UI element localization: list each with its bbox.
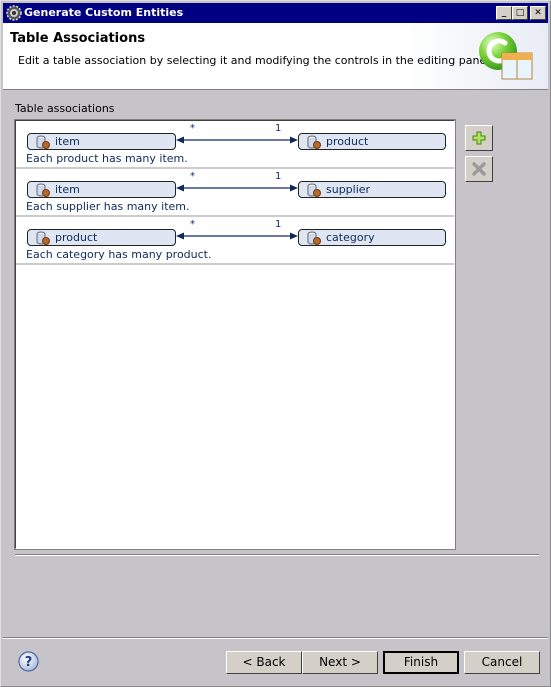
table-name: category — [326, 231, 375, 244]
association-description: Each category has many product. — [26, 248, 212, 261]
minimize-button[interactable]: _ — [496, 6, 512, 20]
plus-icon — [472, 131, 486, 145]
database-table-icon — [36, 135, 50, 149]
back-button[interactable]: < Back — [226, 651, 302, 674]
right-table-node[interactable]: supplier — [298, 181, 446, 198]
association-connector — [176, 232, 298, 240]
separator — [3, 637, 548, 639]
one-multiplicity: 1 — [275, 123, 282, 134]
database-table-icon — [307, 135, 321, 149]
left-table-node[interactable]: item — [27, 181, 176, 198]
database-table-icon — [36, 231, 50, 245]
close-icon: ✕ — [534, 8, 542, 18]
title-bar: Generate Custom Entities _ □ ✕ — [3, 3, 548, 23]
svg-text:?: ? — [25, 655, 33, 670]
left-table-node[interactable]: item — [27, 133, 176, 150]
association-description: Each product has many item. — [26, 152, 188, 165]
many-multiplicity: * — [190, 123, 195, 134]
database-table-icon — [307, 183, 321, 197]
table-name: supplier — [326, 183, 371, 196]
database-table-icon — [36, 183, 50, 197]
left-table-node[interactable]: product — [27, 229, 176, 246]
wizard-header: Table Associations Edit a table associat… — [3, 23, 548, 90]
minimize-icon: _ — [501, 8, 507, 18]
one-multiplicity: 1 — [275, 171, 282, 182]
database-table-icon — [307, 231, 321, 245]
page-description: Edit a table association by selecting it… — [18, 54, 493, 67]
table-name: item — [55, 135, 80, 148]
next-button[interactable]: Next > — [302, 651, 378, 674]
association-row[interactable]: * 1 item product Each product has many i… — [16, 121, 454, 169]
x-icon — [472, 162, 486, 176]
association-row[interactable]: * 1 product category Each category has m… — [16, 217, 454, 265]
many-multiplicity: * — [190, 219, 195, 230]
table-name: product — [326, 135, 369, 148]
right-table-node[interactable]: product — [298, 133, 446, 150]
add-association-button[interactable] — [465, 125, 493, 151]
wizard-dialog: Generate Custom Entities _ □ ✕ Table Ass… — [0, 0, 551, 687]
maximize-icon: □ — [515, 8, 525, 18]
table-name: item — [55, 183, 80, 196]
page-title: Table Associations — [10, 31, 146, 46]
right-table-node[interactable]: category — [298, 229, 446, 246]
cancel-button[interactable]: Cancel — [464, 651, 540, 674]
window-title: Generate Custom Entities — [24, 6, 184, 19]
remove-association-button[interactable] — [465, 156, 493, 182]
wizard-banner-icon — [479, 32, 533, 80]
many-multiplicity: * — [190, 171, 195, 182]
association-connector — [176, 136, 298, 144]
help-icon[interactable]: ? — [18, 651, 39, 672]
associations-list[interactable]: * 1 item product Each product has many i… — [14, 119, 456, 550]
association-description: Each supplier has many item. — [26, 200, 190, 213]
separator — [15, 554, 539, 556]
association-row[interactable]: * 1 item supplier Each supplier has many… — [16, 169, 454, 217]
close-button[interactable]: ✕ — [530, 6, 546, 20]
app-gear-icon — [6, 5, 22, 21]
association-connector — [176, 184, 298, 192]
maximize-button[interactable]: □ — [512, 6, 528, 20]
associations-label: Table associations — [15, 102, 115, 115]
one-multiplicity: 1 — [275, 219, 282, 230]
finish-button[interactable]: Finish — [383, 651, 459, 674]
table-name: product — [55, 231, 98, 244]
